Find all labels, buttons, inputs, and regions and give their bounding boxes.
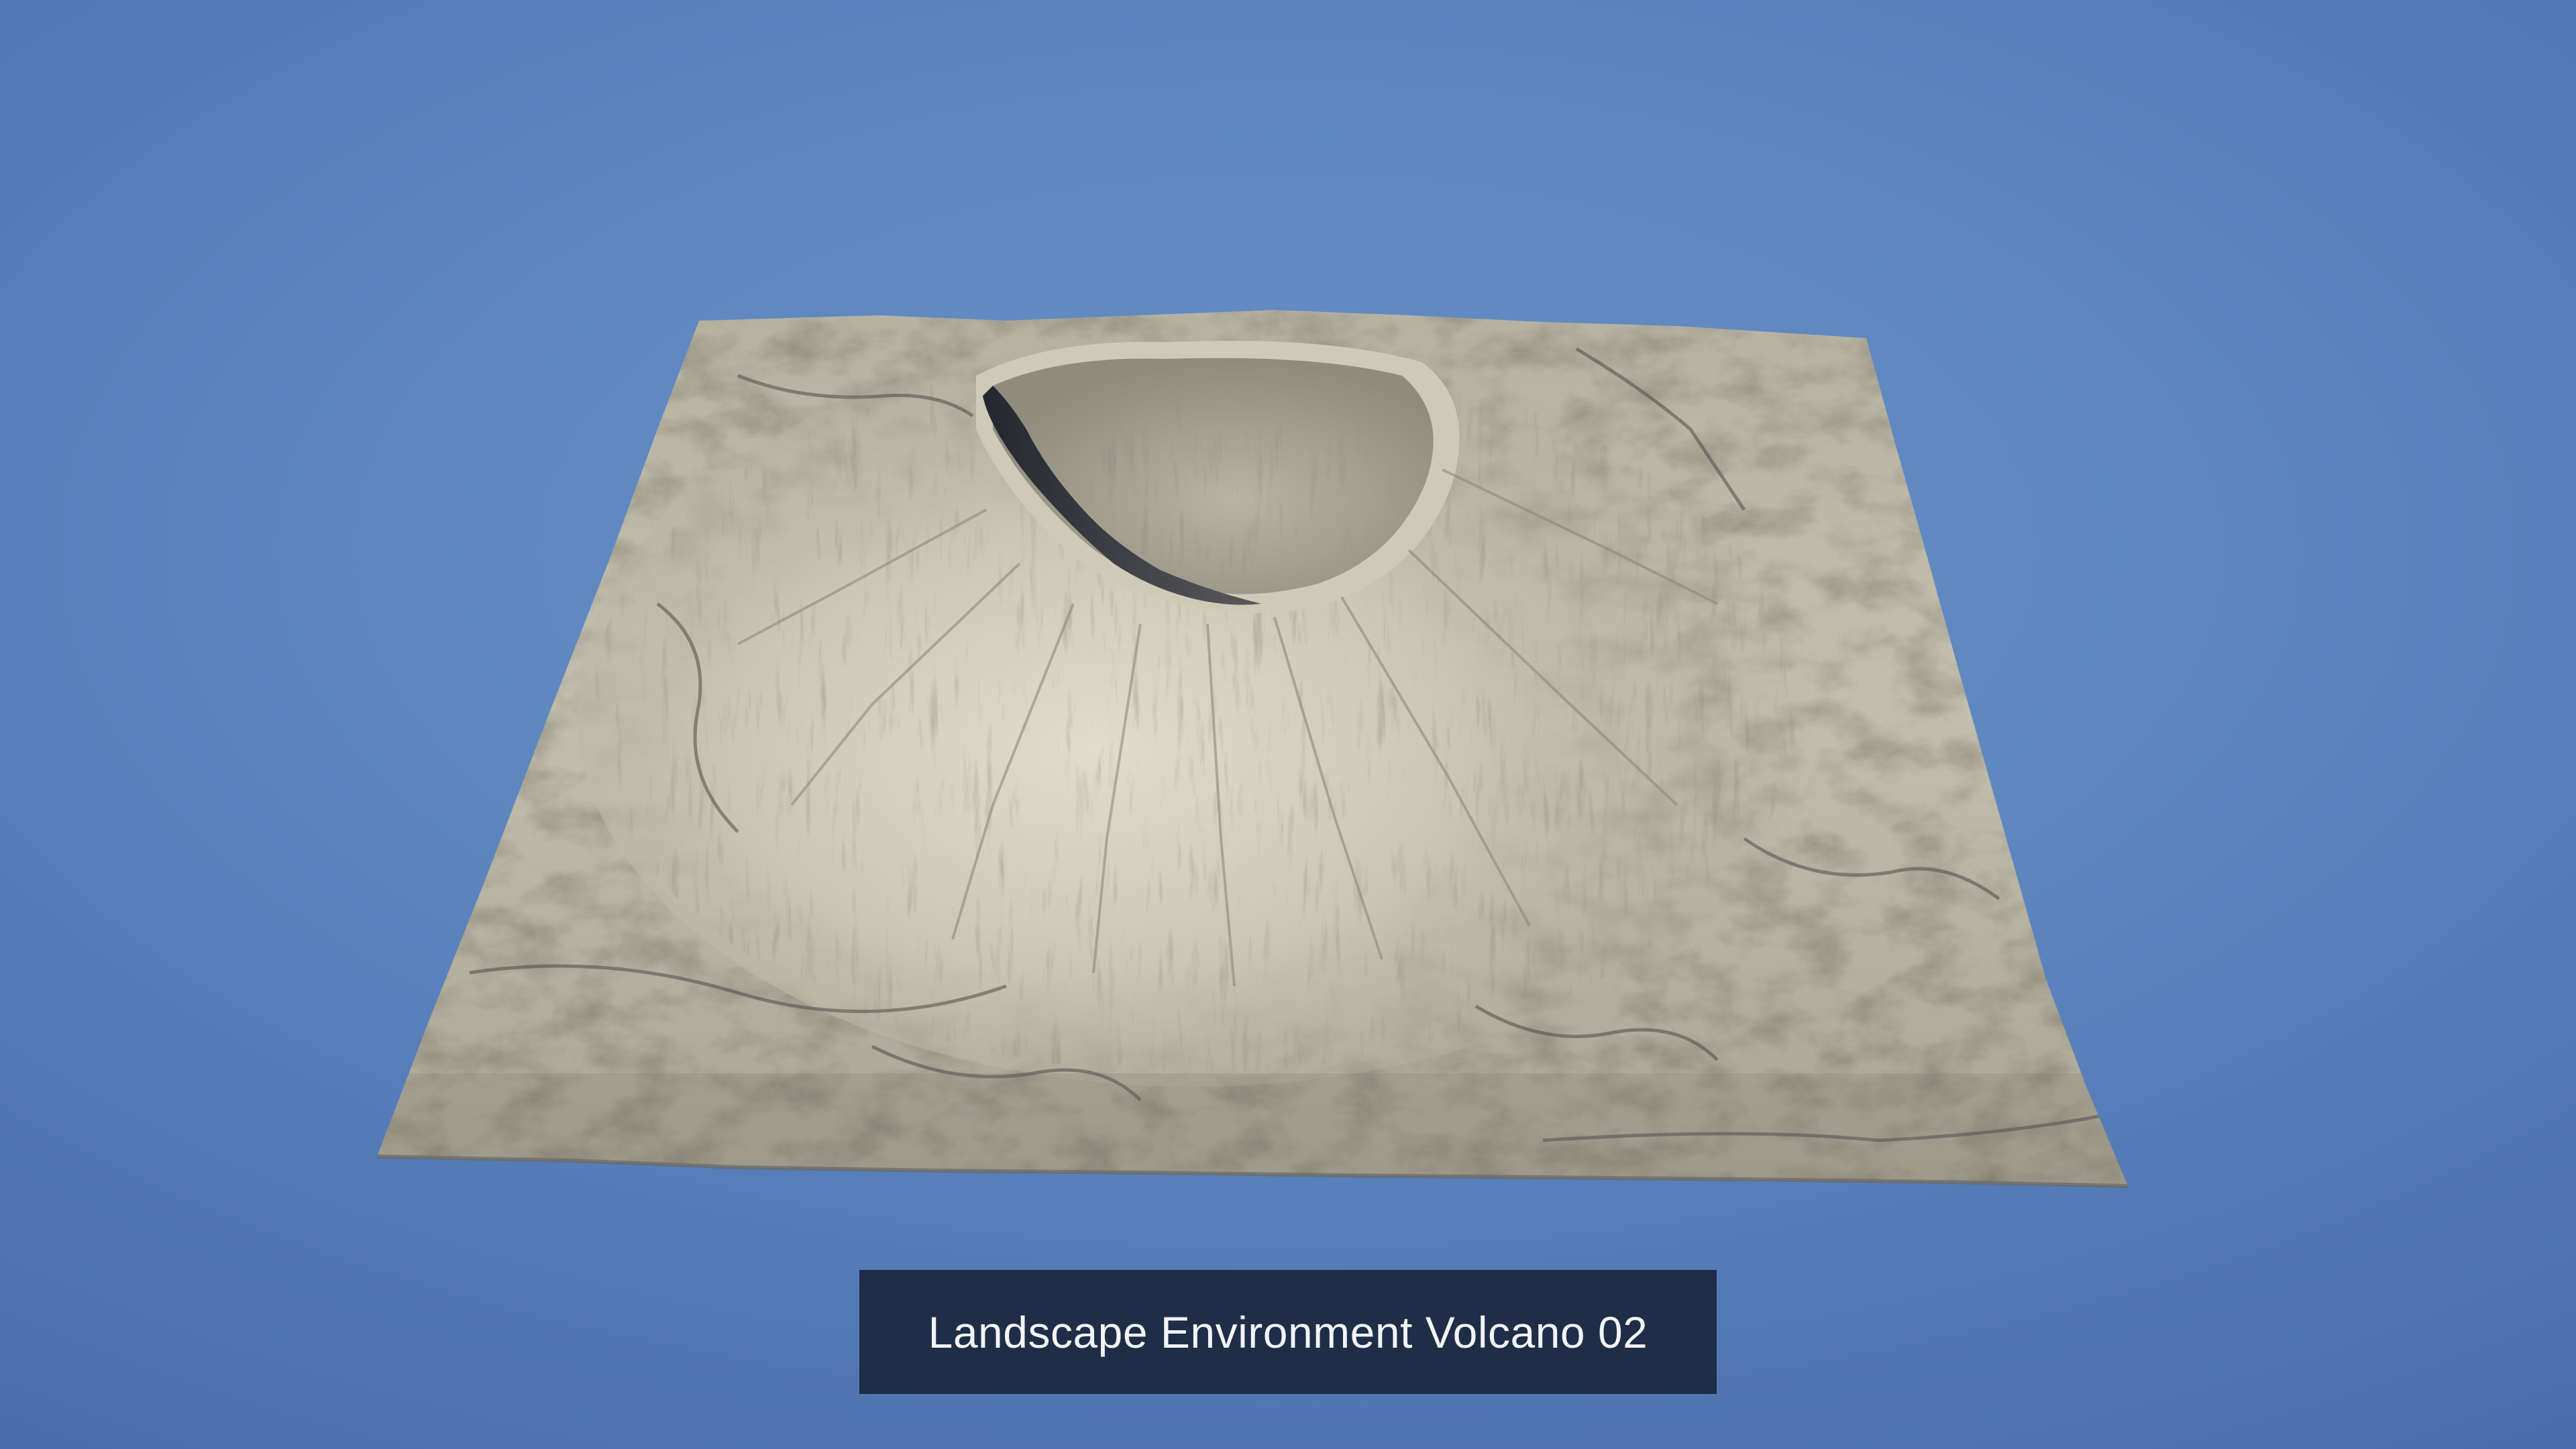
caption-banner: Landscape Environment Volcano 02 xyxy=(859,1270,1717,1394)
caption-title: Landscape Environment Volcano 02 xyxy=(928,1307,1648,1357)
volcano-terrain-render xyxy=(376,310,2129,1188)
